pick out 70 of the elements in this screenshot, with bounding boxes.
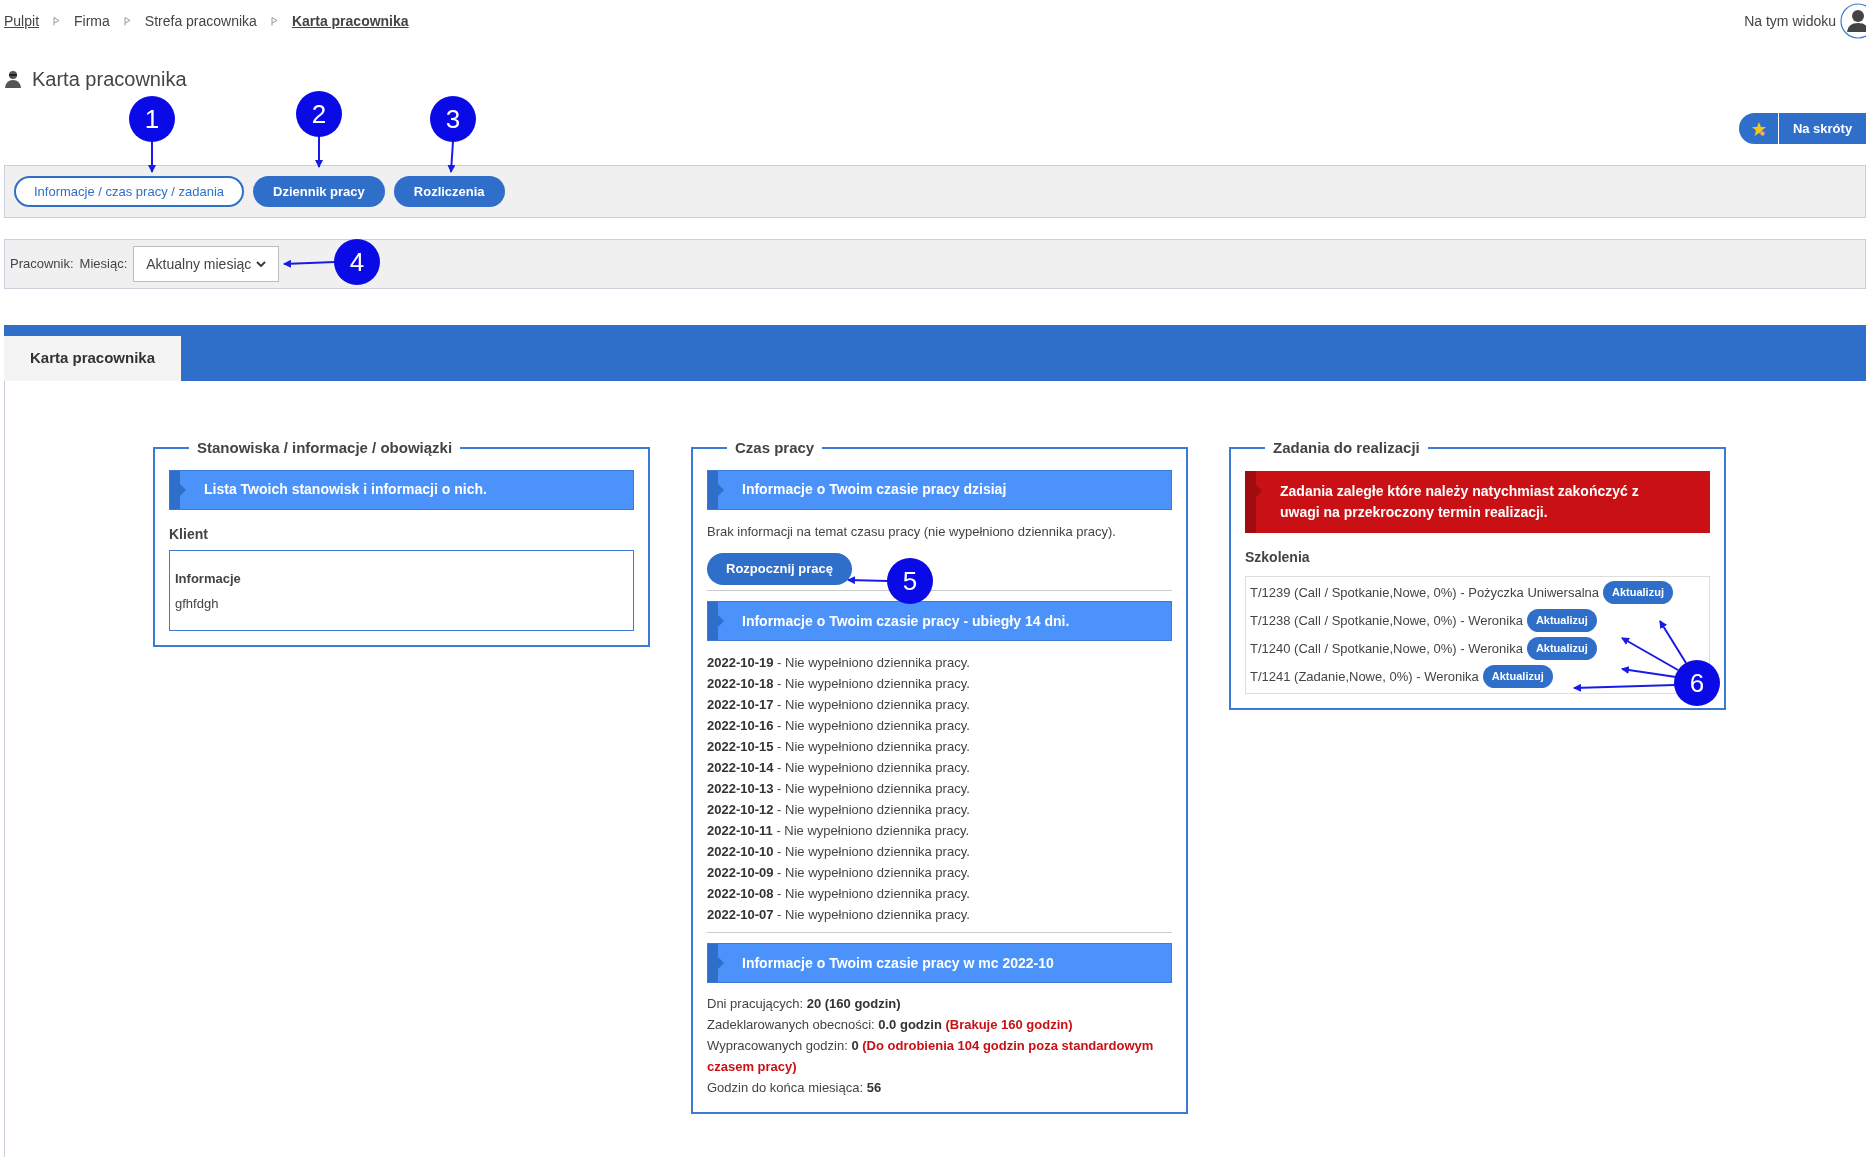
day-entry: 2022-10-08 - Nie wypełniono dziennika pracy. <box>707 885 971 903</box>
task-text: T/1239 (Call / Spotkanie,Nowe, 0%) - Pożyczka Uniwersalna <box>1250 583 1599 602</box>
callout-number: 2 <box>296 91 342 137</box>
breadcrumb-link[interactable]: Pulpit <box>4 10 40 32</box>
section-label: Szkolenia <box>1245 547 1311 567</box>
section-header: Informacje o Twoim czasie pracy w mc 2022-10 <box>707 943 1172 983</box>
today-text: Brak informacji na temat czasu pracy (nie wypełniono dziennika pracy). <box>707 522 1117 541</box>
month-stat: Zadeklarowanych obecności: 0.0 godzin (Brakuje 160 godzin) <box>707 1016 1074 1034</box>
task-text: T/1240 (Call / Spotkanie,Nowe, 0%) - Weronika <box>1250 639 1523 658</box>
overdue-alert: Zadania zaległe które należy natychmiast zakończyć z uwagi na przekroczony termin realizacji. <box>1245 470 1710 533</box>
card-tab[interactable]: Karta pracownika <box>4 336 181 381</box>
info-title: Informacje <box>175 569 242 588</box>
day-entry: 2022-10-19 - Nie wypełniono dziennika pracy. <box>707 654 971 672</box>
arrow <box>315 135 323 168</box>
breadcrumb-current[interactable]: Karta pracownika <box>291 10 409 32</box>
section-header: Informacje o Twoim czasie pracy - ubiegły 14 dni. <box>707 601 1172 641</box>
separator-icon <box>270 16 278 26</box>
callout-number: 3 <box>430 96 476 142</box>
chevron-icon <box>256 260 267 268</box>
star-icon <box>1750 120 1767 137</box>
section-header: Informacje o Twoim czasie pracy dzisiaj <box>707 469 1172 510</box>
month-label: Miesiąc: <box>79 255 128 274</box>
day-entry: 2022-10-16 - Nie wypełniono dziennika pracy. <box>707 717 971 735</box>
view-menu-label[interactable]: Na tym widoku <box>1744 10 1836 32</box>
arrow <box>283 259 336 268</box>
month-stat: Godzin do końca miesiąca: 56 <box>707 1079 883 1097</box>
update-button[interactable]: Aktualizuj <box>1526 637 1597 660</box>
panel-title: Stanowiska / informacje / obowiązki <box>196 438 454 458</box>
update-button[interactable]: Aktualizuj <box>1482 665 1553 688</box>
month-stat: Wypracowanych godzin: 0 (Do odrobienia 104 godzin poza standardowym czasem pracy) <box>707 1037 1155 1076</box>
person-icon <box>4 70 22 88</box>
page-title: Karta pracownika <box>32 67 187 92</box>
shortcuts-button[interactable]: Na skróty <box>1739 113 1866 144</box>
separator-icon <box>123 16 131 26</box>
breadcrumb-item[interactable]: Strefa pracownika <box>144 10 257 32</box>
callout-number: 5 <box>887 558 933 604</box>
month-select[interactable]: Aktualny miesiąc <box>133 246 280 282</box>
info-text: gfhfdgh <box>175 595 220 613</box>
day-entry: 2022-10-17 - Nie wypełniono dziennika pracy. <box>707 696 971 714</box>
arrow <box>447 140 456 173</box>
panel-title: Zadania do realizacji <box>1272 438 1421 458</box>
day-entry: 2022-10-14 - Nie wypełniono dziennika pracy. <box>707 759 971 777</box>
task-text: T/1241 (Zadanie,Nowe, 0%) - Weronika <box>1250 667 1479 686</box>
day-entry: 2022-10-10 - Nie wypełniono dziennika pracy. <box>707 843 971 861</box>
arrow <box>847 576 889 585</box>
section-header: Lista Twoich stanowisk i informacji o nich. <box>169 469 634 510</box>
day-entry: 2022-10-18 - Nie wypełniono dziennika pracy. <box>707 675 971 693</box>
avatar-icon[interactable] <box>1840 3 1866 39</box>
day-entry: 2022-10-11 - Nie wypełniono dziennika pracy. <box>707 822 971 840</box>
month-stat: Dni pracujących: 20 (160 godzin) <box>707 995 902 1013</box>
update-button[interactable]: Aktualizuj <box>1603 581 1673 604</box>
start-work-button[interactable]: Rozpocznij pracę <box>707 553 852 585</box>
breadcrumb-item[interactable]: Firma <box>74 10 110 32</box>
tab[interactable]: Rozliczenia <box>393 176 505 207</box>
task-text: T/1238 (Call / Spotkanie,Nowe, 0%) - Weronika <box>1250 611 1523 630</box>
panel-title: Czas pracy <box>734 438 816 458</box>
client-label: Klient <box>169 524 209 544</box>
update-button[interactable]: Aktualizuj <box>1526 609 1597 632</box>
tab[interactable]: Informacje / czas pracy / zadania <box>14 176 245 207</box>
day-entry: 2022-10-07 - Nie wypełniono dziennika pracy. <box>707 906 971 924</box>
tab[interactable]: Dziennik pracy <box>253 176 385 207</box>
separator-icon <box>53 16 61 26</box>
day-entry: 2022-10-09 - Nie wypełniono dziennika pracy. <box>707 864 971 882</box>
arrow <box>148 140 156 173</box>
employee-label: Pracownik: <box>10 255 74 274</box>
day-entry: 2022-10-12 - Nie wypełniono dziennika pracy. <box>707 801 971 819</box>
callout-number: 6 <box>1674 660 1720 706</box>
callout-number: 1 <box>129 96 175 142</box>
day-entry: 2022-10-13 - Nie wypełniono dziennika pracy. <box>707 780 971 798</box>
day-entry: 2022-10-15 - Nie wypełniono dziennika pracy. <box>707 738 971 756</box>
